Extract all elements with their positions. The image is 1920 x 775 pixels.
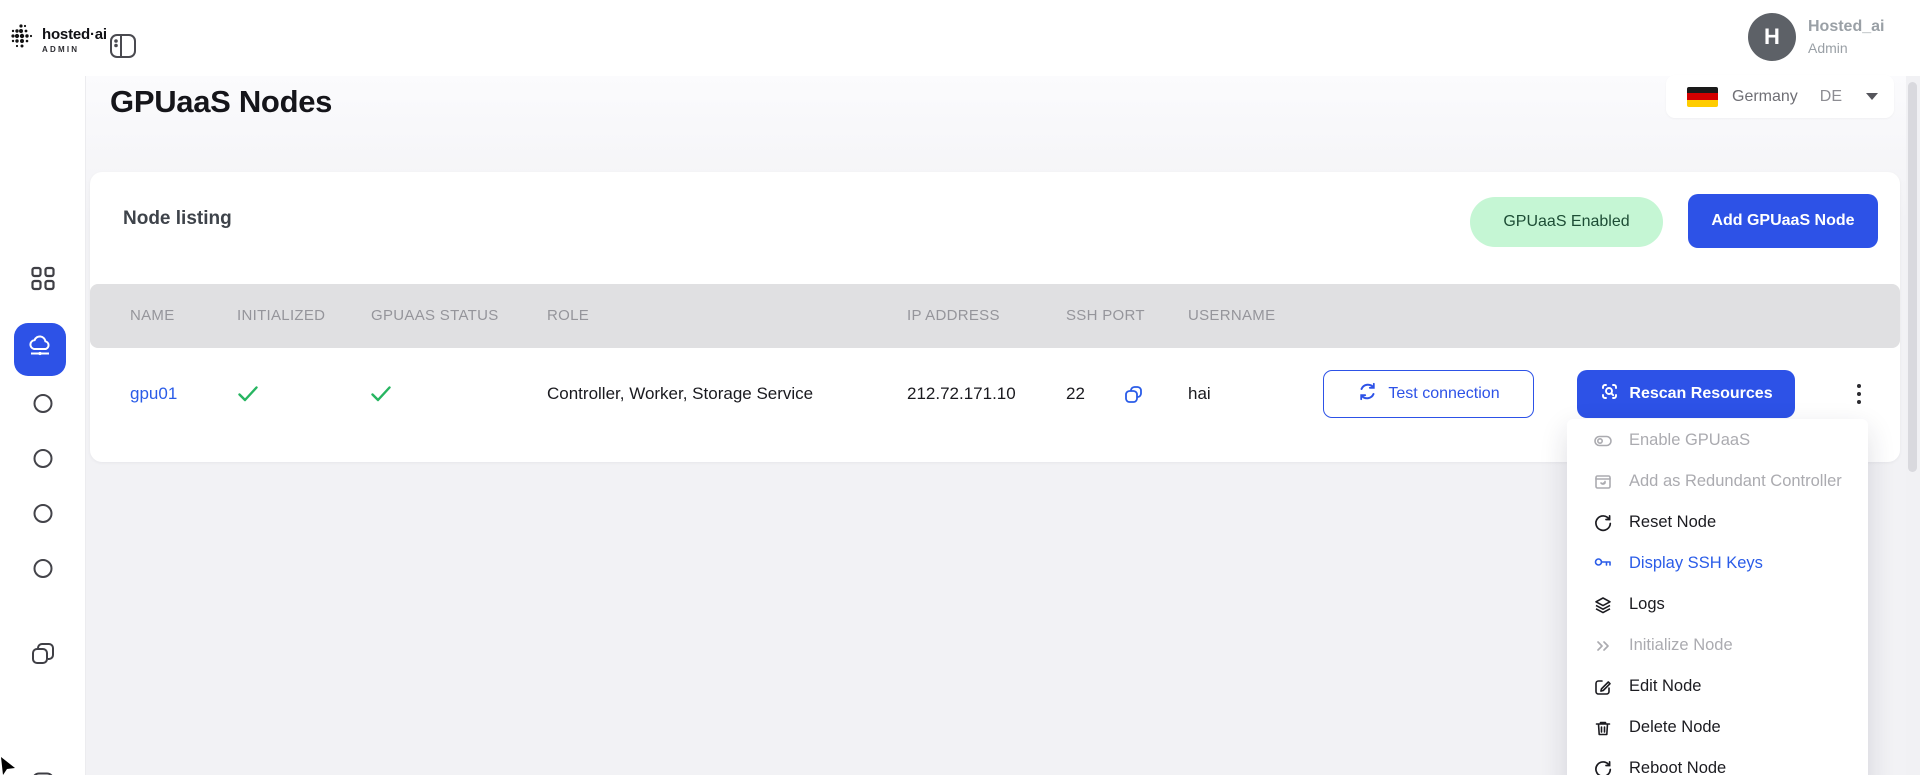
node-circle-icon-4[interactable] — [33, 559, 52, 578]
brand-logo: hosted·ai ADMIN — [10, 22, 107, 57]
node-circle-icon-3[interactable] — [33, 504, 52, 523]
node-actions-menu: Enable GPUaaS Add as Redundant Controlle… — [1567, 419, 1868, 775]
scan-icon — [1599, 381, 1620, 407]
germany-flag-icon — [1687, 86, 1718, 107]
node-name-link[interactable]: gpu01 — [130, 370, 177, 418]
page-scrollbar — [1906, 76, 1920, 775]
brand-subtitle: ADMIN — [42, 44, 80, 54]
rescan-resources-label: Rescan Resources — [1629, 385, 1773, 402]
col-ip-address: IP ADDRESS — [907, 307, 1000, 324]
menu-item-edit-node[interactable]: Edit Node — [1567, 666, 1868, 707]
reboot-icon — [1593, 759, 1613, 775]
locale-code: DE — [1819, 87, 1842, 105]
gpuaas-cloud-icon — [25, 332, 55, 367]
node-circle-icon-2[interactable] — [33, 449, 52, 468]
menu-item-logs[interactable]: Logs — [1567, 584, 1868, 625]
layers-icon — [1593, 595, 1613, 615]
chevron-down-icon — [1866, 93, 1878, 100]
sidebar-nav — [0, 76, 86, 775]
brand-name: hosted·ai — [42, 25, 107, 43]
menu-item-delete-node[interactable]: Delete Node — [1567, 707, 1868, 748]
menu-item-enable-gpuaas: Enable GPUaaS — [1567, 420, 1868, 461]
sidebar-toggle-icon[interactable] — [108, 31, 138, 61]
rescan-resources-button[interactable]: Rescan Resources — [1577, 370, 1795, 418]
test-connection-button[interactable]: Test connection — [1323, 370, 1534, 418]
controller-box-icon — [1593, 472, 1613, 492]
support-chat-icon[interactable] — [29, 770, 56, 775]
ssh-port-value: 22 — [1066, 384, 1085, 403]
topbar: hosted·ai ADMIN H Hosted_ai Admin — [0, 0, 1920, 76]
col-name: NAME — [130, 307, 175, 324]
card-title: Node listing — [123, 208, 232, 229]
role-value: Controller, Worker, Storage Service — [547, 384, 814, 403]
col-role: ROLE — [547, 307, 590, 324]
reset-icon — [1593, 513, 1613, 533]
sync-icon — [1357, 381, 1378, 407]
col-gpuaas-status: GPUAAS STATUS — [371, 307, 499, 324]
row-actions-kebab-icon[interactable] — [1848, 372, 1870, 416]
menu-item-reboot-node[interactable]: Reboot Node — [1567, 748, 1868, 775]
dashboard-grid-icon[interactable] — [29, 265, 56, 297]
edit-icon — [1593, 677, 1613, 697]
gpuaas-status-check-icon — [369, 383, 393, 410]
avatar[interactable]: H — [1748, 13, 1796, 61]
page-title: GPUaaS Nodes — [110, 84, 333, 119]
key-icon — [1593, 554, 1613, 574]
user-menu[interactable]: H Hosted_ai Admin — [1748, 13, 1884, 61]
add-gpuaas-node-button[interactable]: Add GPUaaS Node — [1688, 194, 1878, 248]
sidebar-item-gpuaas-nodes[interactable] — [14, 323, 66, 376]
user-name: Hosted_ai — [1808, 18, 1885, 35]
col-username: USERNAME — [1188, 307, 1276, 324]
instances-squares-icon[interactable] — [30, 641, 56, 672]
menu-item-add-redundant-controller: Add as Redundant Controller — [1567, 461, 1868, 502]
test-connection-label: Test connection — [1388, 385, 1500, 402]
locale-selector[interactable]: Germany DE — [1666, 75, 1894, 118]
menu-item-reset-node[interactable]: Reset Node — [1567, 502, 1868, 543]
chevrons-right-icon — [1593, 636, 1613, 656]
scrollbar-thumb[interactable] — [1908, 82, 1917, 472]
menu-item-display-ssh-keys[interactable]: Display SSH Keys — [1567, 543, 1868, 584]
table-header: NAME INITIALIZED GPUAAS STATUS ROLE IP A… — [90, 284, 1900, 348]
toggle-icon — [1593, 431, 1613, 451]
copy-icon[interactable] — [1123, 384, 1144, 410]
col-ssh-port: SSH PORT — [1066, 307, 1145, 324]
locale-country: Germany — [1732, 87, 1798, 105]
menu-item-initialize-node: Initialize Node — [1567, 625, 1868, 666]
user-role: Admin — [1808, 40, 1848, 56]
mouse-cursor — [0, 757, 16, 775]
initialized-check-icon — [236, 383, 260, 410]
username-value: hai — [1188, 384, 1211, 403]
trash-icon — [1593, 718, 1613, 738]
col-initialized: INITIALIZED — [237, 307, 326, 324]
node-circle-icon-1[interactable] — [33, 394, 52, 413]
gpuaas-nodes-page: hosted·ai ADMIN H Hosted_ai Admin German… — [0, 0, 1920, 775]
ip-value: 212.72.171.10 — [907, 384, 1016, 403]
brand-dots-icon — [10, 22, 34, 57]
status-badge: GPUaaS Enabled — [1470, 197, 1663, 247]
